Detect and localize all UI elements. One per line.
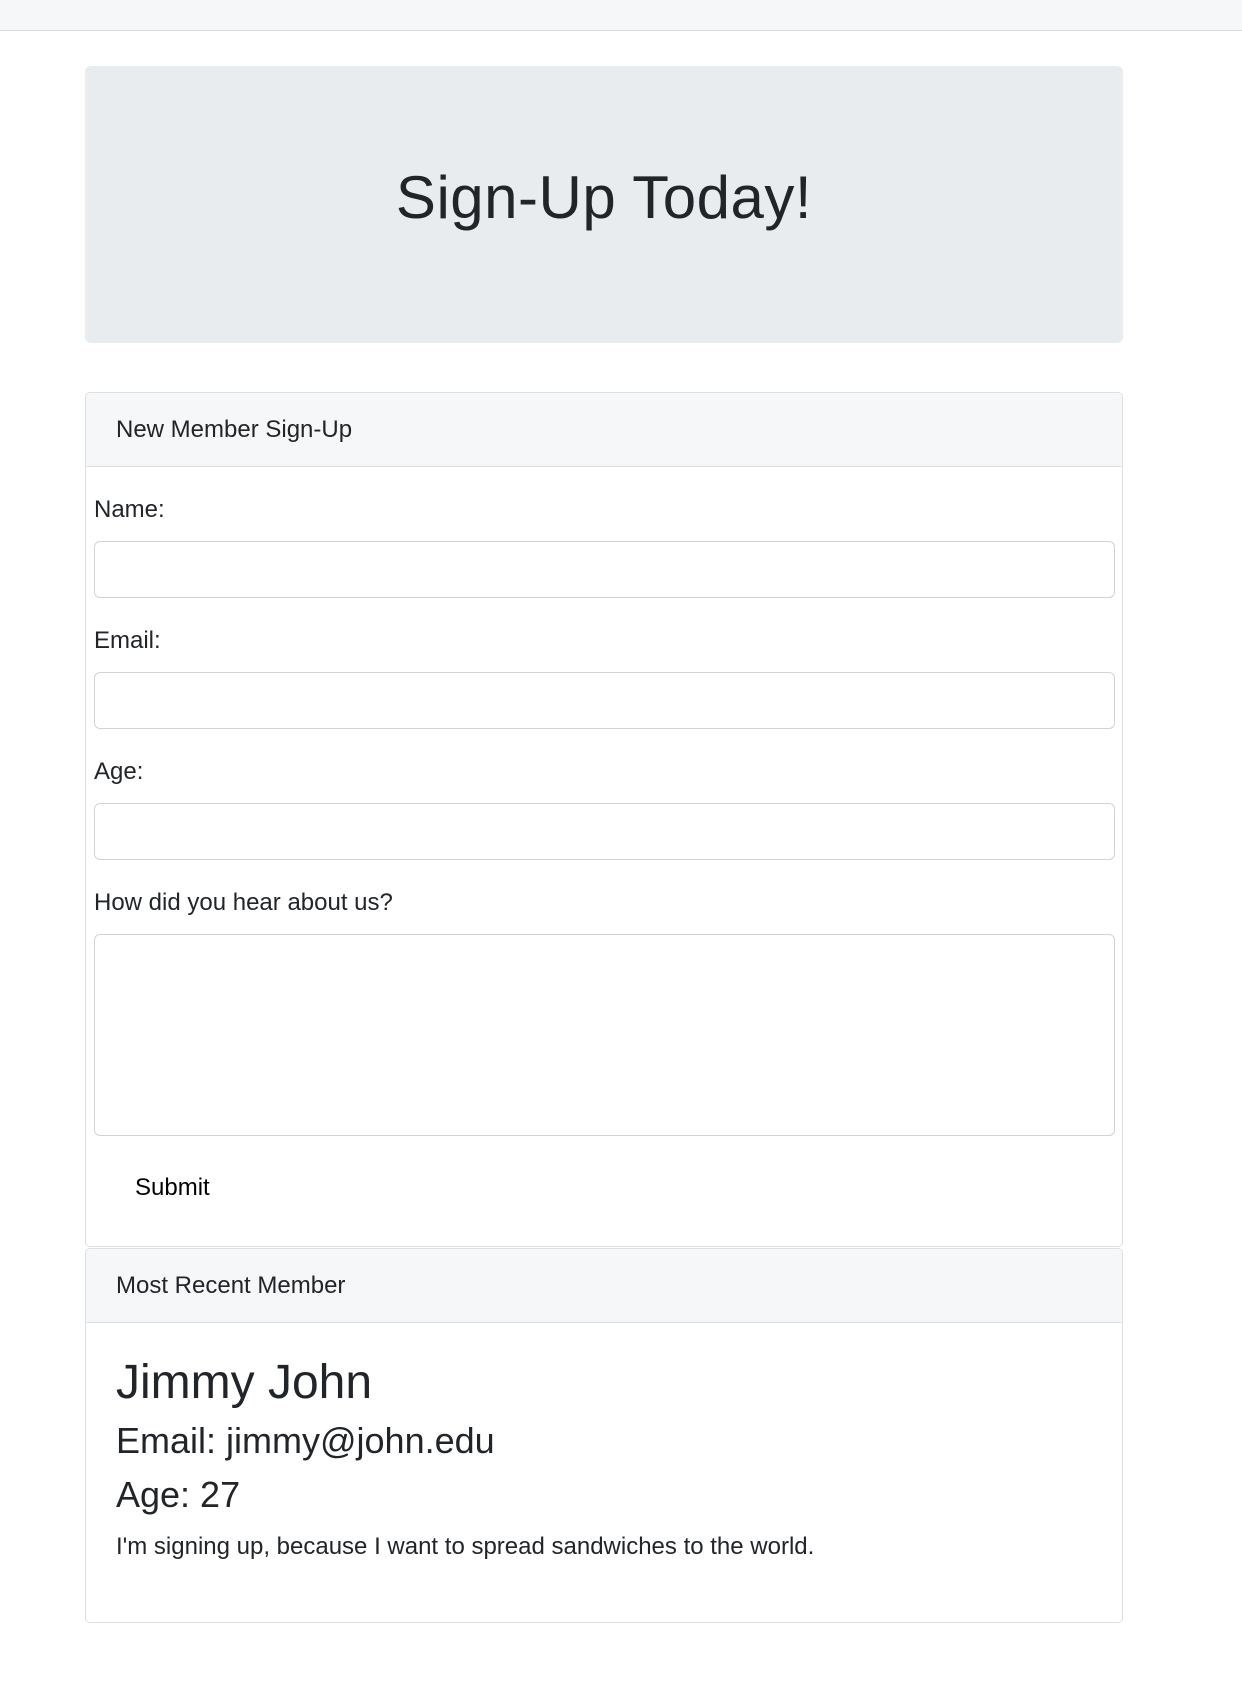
reason-textarea[interactable]	[94, 934, 1115, 1136]
email-label: Email:	[94, 627, 161, 654]
member-name: Jimmy John	[116, 1356, 373, 1409]
member-email: Email: jimmy@john.edu	[116, 1420, 495, 1461]
name-input[interactable]	[94, 541, 1115, 598]
recent-member-body: Jimmy John Email: jimmy@john.edu Age: 27…	[86, 1323, 1122, 1595]
signup-form: Name: Email: Age: How did you hear about…	[86, 492, 1122, 1202]
member-age: Age: 27	[116, 1474, 241, 1515]
page-title: Sign-Up Today!	[395, 164, 813, 231]
recent-member-card: Most Recent Member Jimmy John Email: jim…	[85, 1248, 1123, 1623]
signup-card: New Member Sign-Up Name: Email: Age: How…	[85, 392, 1123, 1247]
submit-button[interactable]: Submit	[135, 1174, 210, 1202]
hero-banner: Sign-Up Today!	[85, 66, 1123, 343]
email-input[interactable]	[94, 672, 1115, 729]
age-input[interactable]	[94, 803, 1115, 860]
member-reason: I'm signing up, because I want to spread…	[116, 1533, 815, 1560]
signup-card-header: New Member Sign-Up	[86, 393, 1122, 467]
name-label: Name:	[94, 496, 165, 523]
reason-label: How did you hear about us?	[94, 889, 393, 916]
browser-top-bar	[0, 0, 1242, 31]
recent-member-card-header: Most Recent Member	[86, 1249, 1122, 1323]
age-label: Age:	[94, 758, 144, 785]
